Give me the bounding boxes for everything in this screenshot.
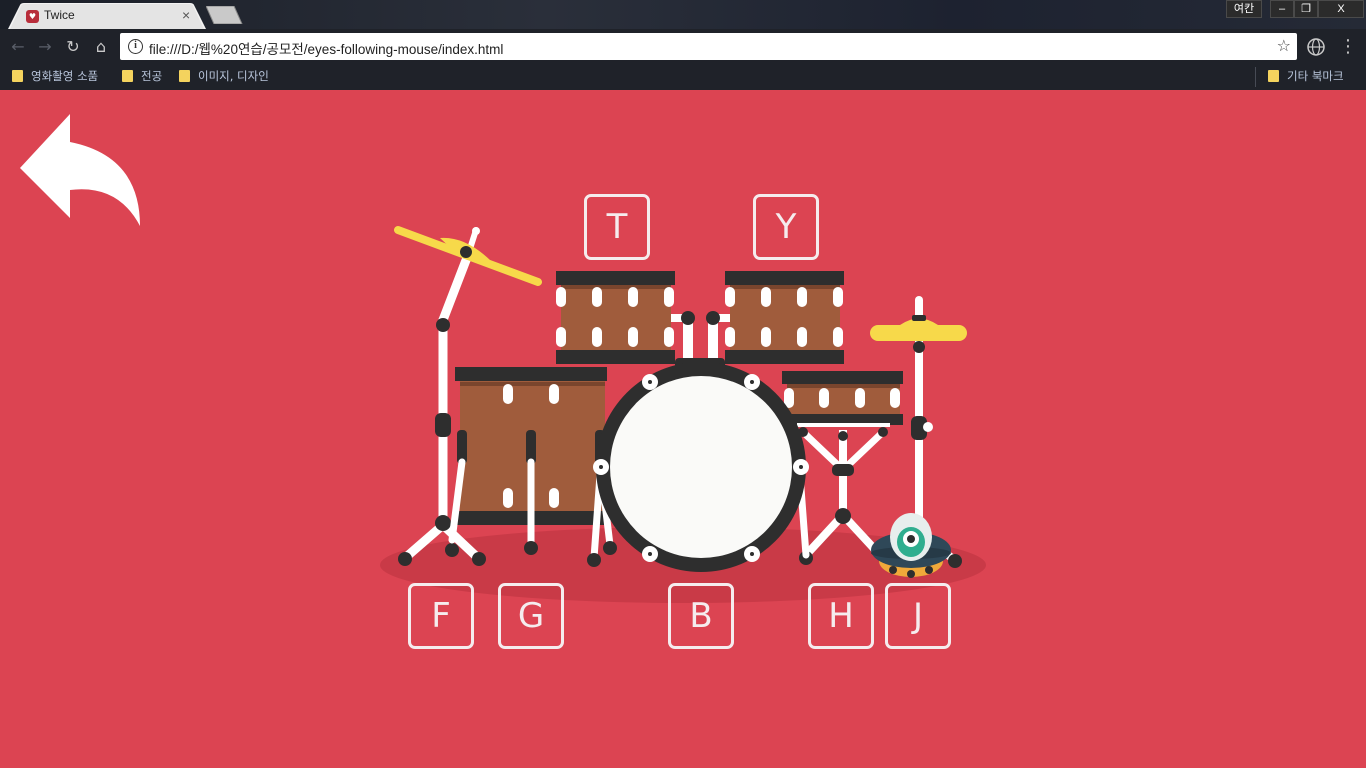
key-snare-button[interactable]: H — [808, 583, 874, 649]
reload-icon[interactable]: ↻ — [63, 37, 83, 57]
bookmark-star-icon[interactable]: ☆ — [1277, 36, 1291, 55]
toolbar: ← → ↻ ⌂ i file:///D:/웹%20연습/공모전/eyes-fol… — [0, 29, 1366, 65]
ride-cymbal — [870, 315, 967, 353]
new-tab-button[interactable] — [206, 6, 244, 24]
key-floor-tom-button[interactable]: G — [498, 583, 564, 649]
ime-indicator: 여칸 — [1226, 0, 1262, 18]
snare-drum — [782, 371, 903, 427]
folder-icon — [122, 70, 133, 82]
browser-tab[interactable]: ♥ Twice × — [8, 3, 206, 29]
close-window-button[interactable]: X — [1318, 0, 1364, 18]
bookmark-label: 영화촬영 소품 — [31, 69, 99, 83]
tab-title: Twice — [44, 8, 75, 22]
bookmark-label: 이미지, 디자인 — [198, 69, 269, 83]
rack-tom-left — [556, 271, 675, 364]
crash-cymbal — [394, 226, 542, 286]
floor-tom — [448, 367, 617, 555]
bookmark-folder[interactable]: 영화촬영 소품 — [12, 68, 98, 86]
robot-mascot — [871, 513, 951, 578]
bookmark-separator — [1255, 67, 1256, 87]
favicon-icon: ♥ — [26, 10, 39, 23]
back-icon[interactable]: ← — [8, 37, 28, 57]
home-icon[interactable]: ⌂ — [91, 37, 111, 57]
url-text: file:///D:/웹%20연습/공모전/eyes-following-mou… — [149, 42, 504, 57]
restore-button[interactable]: ❐ — [1294, 0, 1318, 18]
forward-icon[interactable]: → — [35, 37, 55, 57]
folder-icon — [1268, 70, 1279, 82]
rack-tom-right — [725, 271, 844, 364]
key-bass-button[interactable]: B — [668, 583, 734, 649]
bookmark-label: 기타 북마크 — [1287, 69, 1344, 83]
folder-icon — [12, 70, 23, 82]
menu-icon[interactable]: ⋮ — [1338, 37, 1358, 57]
drum-kit — [380, 226, 986, 603]
bookmarks-bar: 영화촬영 소품 전공 이미지, 디자인 기타 북마크 — [0, 65, 1366, 90]
info-icon[interactable]: i — [128, 39, 143, 54]
key-tom1-button[interactable]: T — [584, 194, 650, 260]
tab-close-button[interactable]: × — [182, 7, 190, 23]
bookmark-folder[interactable]: 이미지, 디자인 — [179, 68, 269, 86]
address-bar[interactable]: i file:///D:/웹%20연습/공모전/eyes-following-m… — [120, 33, 1297, 60]
folder-icon — [179, 70, 190, 82]
page-content: T Y F G B H J — [0, 90, 1366, 768]
key-ride-button[interactable]: J — [885, 583, 951, 649]
bookmark-folder[interactable]: 전공 — [122, 68, 162, 86]
other-bookmarks-folder[interactable]: 기타 북마크 — [1268, 68, 1344, 86]
minimize-button[interactable]: – — [1270, 0, 1294, 18]
globe-icon[interactable] — [1306, 37, 1326, 57]
title-bar: ♥ Twice × 여칸 – ❐ X — [0, 0, 1366, 29]
key-hihat-button[interactable]: F — [408, 583, 474, 649]
key-tom2-button[interactable]: Y — [753, 194, 819, 260]
bookmark-label: 전공 — [141, 69, 163, 83]
browser-chrome: ♥ Twice × 여칸 – ❐ X ← → ↻ ⌂ i file:///D:/… — [0, 0, 1366, 90]
